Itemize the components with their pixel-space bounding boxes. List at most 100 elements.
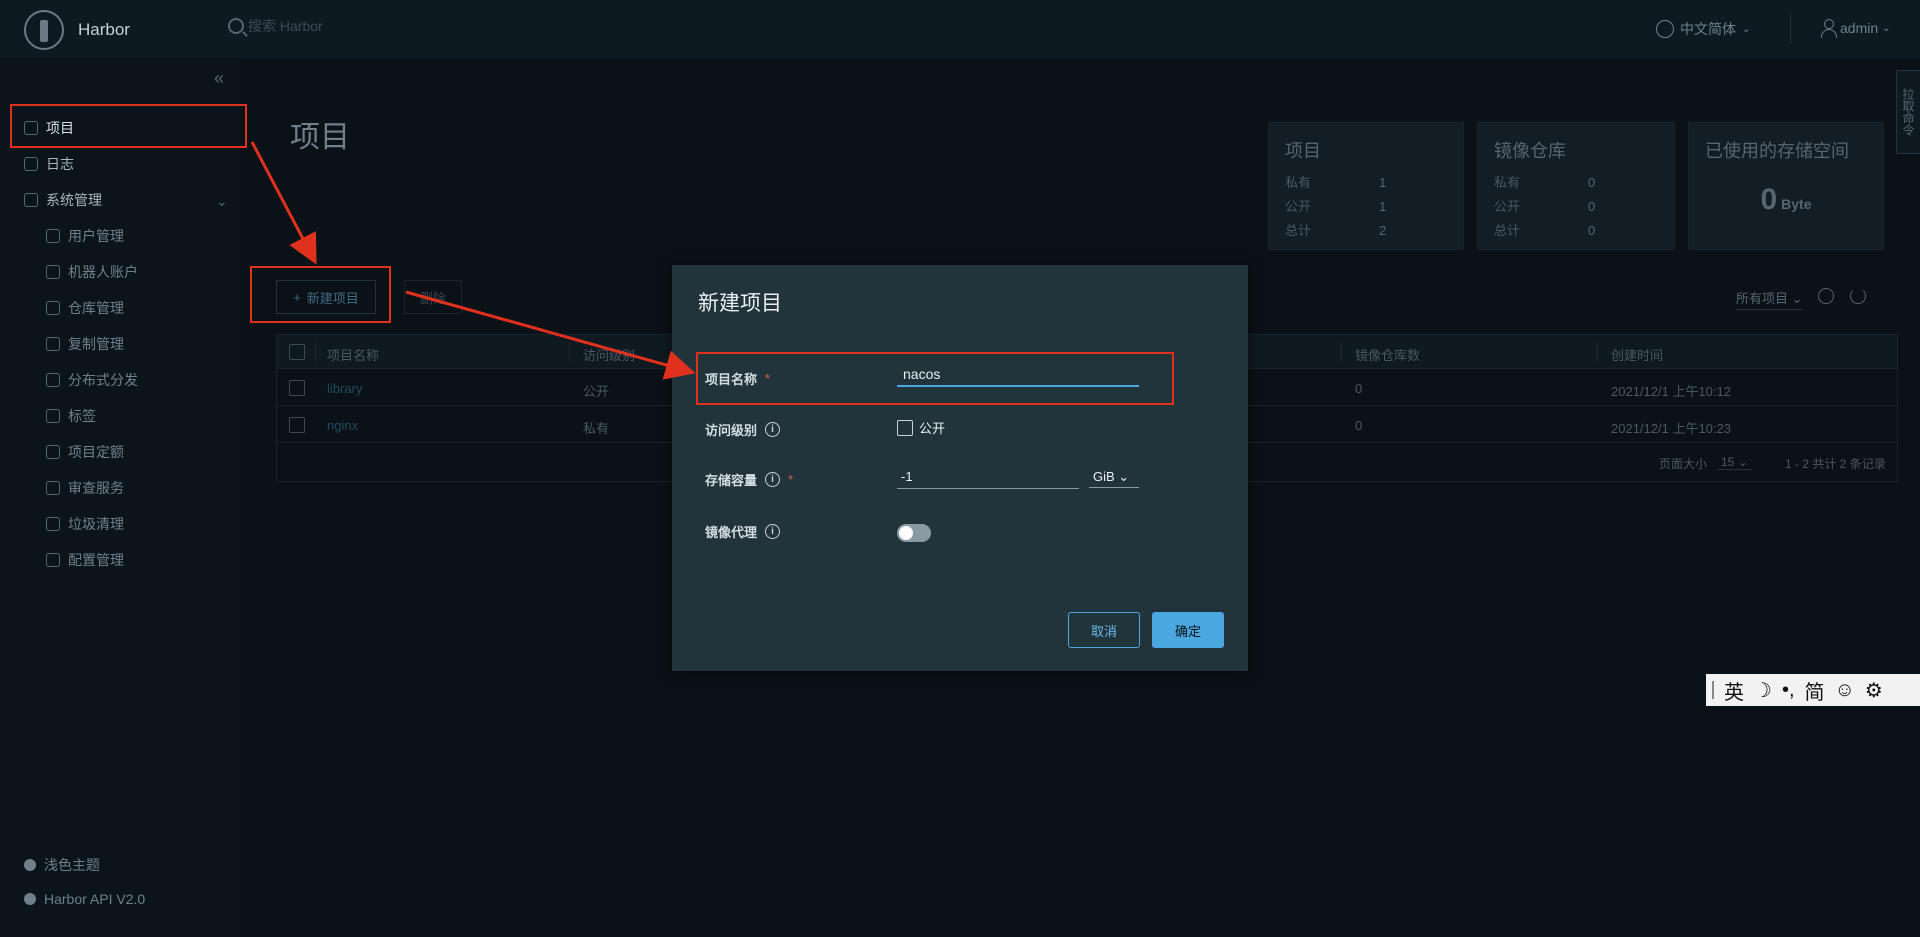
pull-command-tab[interactable]: 拉取命令 xyxy=(1896,70,1920,154)
label-text: 镜像代理 xyxy=(705,525,758,540)
proxy-cache-toggle[interactable] xyxy=(897,524,931,542)
card-row-label: 私有 xyxy=(1285,175,1312,190)
sidebar-item-label: 配置管理 xyxy=(68,552,124,568)
user-icon xyxy=(1820,19,1837,38)
storage-number: 0 xyxy=(1760,183,1778,216)
card-row-value: 2 xyxy=(1379,223,1387,238)
sidebar-item-label: 审查服务 xyxy=(68,480,124,496)
sidebar-item-labels[interactable]: 标签 xyxy=(46,406,96,426)
admin-icon xyxy=(24,193,38,207)
api-icon xyxy=(24,893,36,905)
card-row: 总计 0 xyxy=(1494,219,1658,243)
harbor-api-link[interactable]: Harbor API V2.0 xyxy=(24,891,145,907)
ime-language-toggle[interactable]: 英 xyxy=(1724,676,1744,705)
info-icon[interactable]: i xyxy=(765,472,781,487)
projects-summary-card: 项目 私有 1 公开 1 总计 2 xyxy=(1268,122,1464,250)
cancel-button[interactable]: 取消 xyxy=(1068,612,1140,648)
moon-icon[interactable]: ☽ xyxy=(1754,678,1772,703)
sidebar-item-label: 日志 xyxy=(46,156,74,172)
row-checkbox[interactable] xyxy=(289,417,305,433)
column-divider xyxy=(1341,343,1342,361)
user-menu[interactable]: admin ⌄ xyxy=(1820,19,1891,38)
sidebar-item-label: 复制管理 xyxy=(68,336,124,352)
sidebar-item-label: 项目定额 xyxy=(68,444,124,460)
page-size-value: 15 xyxy=(1721,455,1735,469)
smiley-icon[interactable]: ☺ xyxy=(1835,679,1855,702)
card-row-value: 1 xyxy=(1379,199,1387,214)
card-row: 公开 1 xyxy=(1285,195,1447,219)
column-header[interactable]: 访问级别 xyxy=(583,345,635,364)
sidebar-item-distribution[interactable]: 分布式分发 xyxy=(46,370,138,390)
language-selector[interactable]: 中文简体 ⌄ xyxy=(1656,19,1750,39)
sidebar-item-replication[interactable]: 复制管理 xyxy=(46,334,124,354)
drag-handle[interactable] xyxy=(1712,681,1714,699)
card-row-label: 私有 xyxy=(1494,175,1521,190)
public-checkbox-field: 公开 xyxy=(897,418,945,437)
page-size-label: 页面大小 xyxy=(1659,457,1708,471)
label-text: 存储容量 xyxy=(705,473,758,488)
sidebar-item-label: 用户管理 xyxy=(68,228,124,244)
sidebar-item-config[interactable]: 配置管理 xyxy=(46,550,124,570)
storage-value: 0 Byte xyxy=(1705,183,1867,217)
column-header[interactable]: 项目名称 xyxy=(327,345,379,364)
side-tab-label: 拉取命令 xyxy=(1901,88,1915,136)
chevron-down-icon[interactable]: ⌄ xyxy=(216,193,228,210)
header-divider xyxy=(1790,14,1791,44)
sidebar-item-interrogation[interactable]: 审查服务 xyxy=(46,478,124,498)
sidebar-item-registries[interactable]: 仓库管理 xyxy=(46,298,124,318)
search-input[interactable] xyxy=(248,18,448,34)
storage-quota-input[interactable] xyxy=(897,465,1079,489)
sidebar-item-label: 垃圾清理 xyxy=(68,516,124,532)
repo-count: 0 xyxy=(1355,381,1363,396)
punctuation-icon[interactable]: •, xyxy=(1782,679,1795,702)
project-name-link[interactable]: nginx xyxy=(327,418,358,433)
info-icon[interactable]: i xyxy=(765,524,781,539)
card-title: 镜像仓库 xyxy=(1494,141,1566,161)
storage-unit-select[interactable]: GiB ⌄ xyxy=(1089,469,1139,488)
card-title: 项目 xyxy=(1285,141,1321,161)
sidebar-item-label: 机器人账户 xyxy=(68,264,138,280)
annotation-arrow xyxy=(250,141,317,265)
column-header[interactable]: 镜像仓库数 xyxy=(1355,345,1420,364)
ime-mode-toggle[interactable]: 简 xyxy=(1805,676,1825,705)
theme-toggle[interactable]: 浅色主题 xyxy=(24,855,100,875)
brand[interactable]: Harbor xyxy=(24,10,130,50)
collapse-sidebar-icon[interactable]: « xyxy=(214,68,224,89)
column-header[interactable]: 创建时间 xyxy=(1611,345,1663,364)
sidebar-item-quotas[interactable]: 项目定额 xyxy=(46,442,124,462)
refresh-icon[interactable] xyxy=(1850,288,1866,304)
sidebar-item-robots[interactable]: 机器人账户 xyxy=(46,262,138,282)
sidebar-item-logs[interactable]: 日志 xyxy=(24,154,74,174)
ok-button[interactable]: 确定 xyxy=(1152,612,1224,648)
delete-button[interactable]: 删除 xyxy=(404,280,462,314)
quota-icon xyxy=(46,445,60,459)
card-row-label: 总计 xyxy=(1494,223,1521,238)
select-all-checkbox[interactable] xyxy=(289,344,305,360)
sidebar-item-system-admin[interactable]: 系统管理 xyxy=(24,190,102,210)
project-name-link[interactable]: library xyxy=(327,381,362,396)
top-header: Harbor 中文简体 ⌄ admin ⌄ xyxy=(0,0,1920,58)
repos-summary-card: 镜像仓库 私有 0 公开 0 总计 0 xyxy=(1477,122,1675,250)
gear-icon[interactable]: ⚙ xyxy=(1865,678,1883,703)
theme-label: 浅色主题 xyxy=(44,857,100,873)
column-divider xyxy=(569,343,570,361)
tag-icon xyxy=(46,409,60,423)
card-row-value: 0 xyxy=(1588,199,1596,214)
card-row-label: 公开 xyxy=(1285,199,1312,214)
gear-icon xyxy=(46,553,60,567)
sidebar-item-gc[interactable]: 垃圾清理 xyxy=(46,514,124,534)
row-checkbox[interactable] xyxy=(289,380,305,396)
sidebar-item-users[interactable]: 用户管理 xyxy=(46,226,124,246)
search-icon[interactable] xyxy=(1818,288,1834,304)
project-filter-select[interactable]: 所有项目 ⌄ xyxy=(1736,288,1803,310)
new-project-dialog: 新建项目 项目名称* 访问级别i 公开 存储容量i* GiB ⌄ 镜像代理i 取… xyxy=(672,265,1248,671)
info-icon[interactable]: i xyxy=(765,422,781,437)
required-marker: * xyxy=(788,472,794,487)
page-size-select[interactable]: 15 ⌄ xyxy=(1717,455,1752,470)
card-row: 私有 0 xyxy=(1494,171,1658,195)
cloud-icon xyxy=(46,337,60,351)
harbor-logo-icon xyxy=(24,10,64,50)
chevron-down-icon: ⌄ xyxy=(1742,23,1751,35)
delete-label: 删除 xyxy=(419,290,446,306)
public-checkbox[interactable] xyxy=(897,419,913,436)
